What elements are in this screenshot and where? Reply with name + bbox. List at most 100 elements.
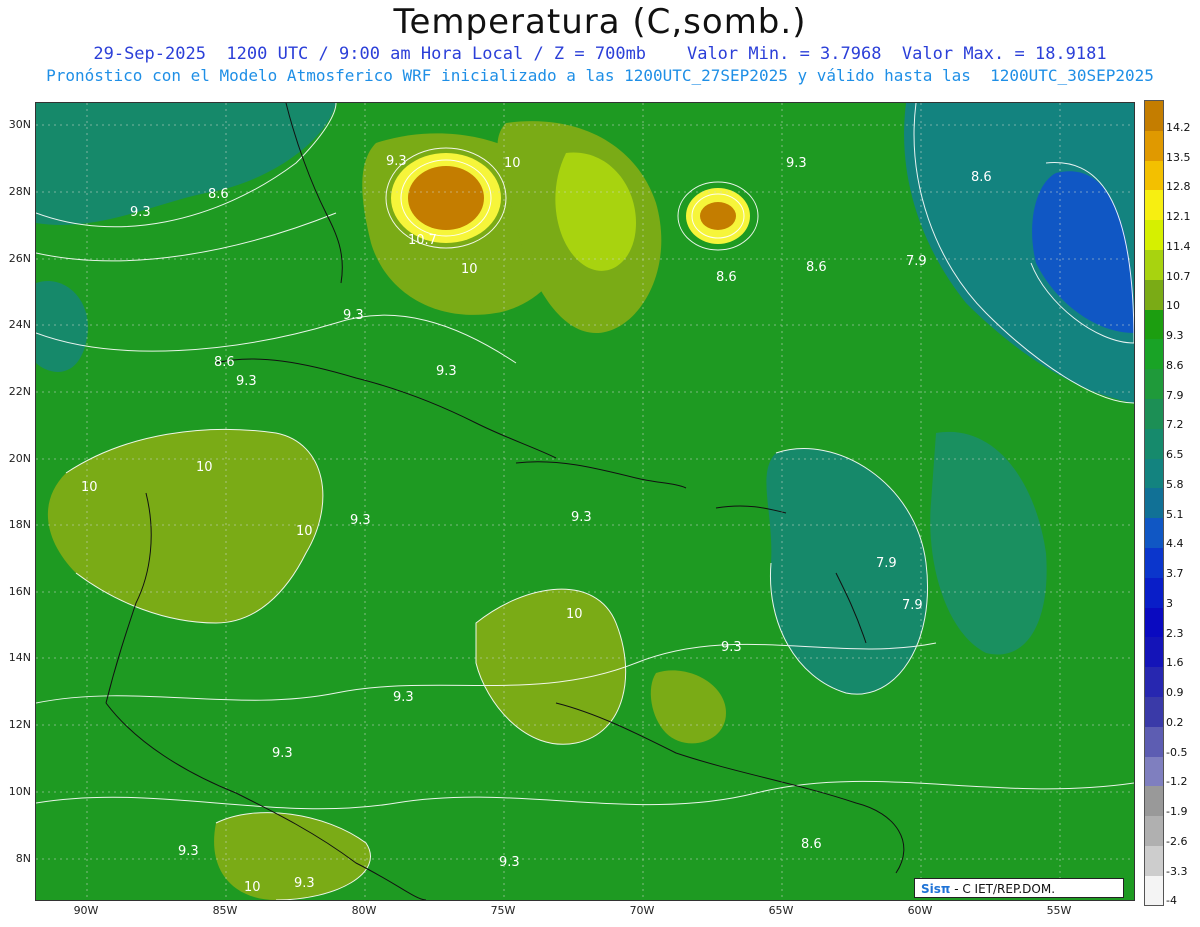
contour-label: 8.6 (971, 170, 992, 185)
contour-label: 10 (196, 460, 213, 475)
colorbar-label: 10 (1166, 299, 1180, 312)
colorbar-segment (1145, 369, 1163, 399)
colorbar-segment (1145, 726, 1163, 757)
lat-label: 10N (8, 785, 31, 798)
lat-label: 30N (8, 118, 31, 131)
lat-label: 24N (8, 318, 31, 331)
contour-label: 8.6 (208, 187, 229, 202)
colorbar-label: 13.5 (1166, 151, 1191, 164)
colorbar-segment (1145, 786, 1163, 817)
colorbar-segment (1145, 816, 1163, 846)
colorbar-segment (1145, 220, 1163, 250)
contour-label: 10 (461, 262, 478, 277)
contour-label: 9.3 (721, 640, 742, 655)
model-info-line: Pronóstico con el Modelo Atmosferico WRF… (46, 66, 1154, 85)
colorbar-label: 10.7 (1166, 270, 1191, 283)
colorbar-segment (1145, 875, 1163, 905)
colorbar-label: -4 (1166, 894, 1177, 907)
colorbar-label: 4.4 (1166, 537, 1184, 550)
colorbar-label: 6.5 (1166, 448, 1184, 461)
contour-label: 8.6 (716, 270, 737, 285)
colorbar-label: 12.8 (1166, 180, 1191, 193)
contour-label: 9.3 (350, 513, 371, 528)
colorbar-segment (1145, 458, 1163, 489)
colorbar-segment (1145, 756, 1163, 787)
colorbar-label: 12.1 (1166, 210, 1191, 223)
contour-label: 7.9 (876, 556, 897, 571)
contour-label: 10 (566, 607, 583, 622)
contour-label: 10 (504, 156, 521, 171)
lon-label: 60W (907, 904, 933, 917)
colorbar-label: 1.6 (1166, 656, 1184, 669)
credit-text: - C IET/REP.DOM. (954, 882, 1056, 896)
credit-brand: Sisπ (921, 882, 951, 896)
colorbar-label: 5.1 (1166, 508, 1184, 521)
colorbar-segment (1145, 428, 1163, 459)
contour-label: 8.6 (806, 260, 827, 275)
contour-label: 9.3 (343, 308, 364, 323)
contour-label: 7.9 (902, 598, 923, 613)
colorbar-label: 3.7 (1166, 567, 1184, 580)
contour-label: 10 (244, 880, 261, 895)
colorbar-segment (1145, 577, 1163, 608)
colorbar-label: 9.3 (1166, 329, 1184, 342)
valid-time-line: 29-Sep-2025 1200 UTC / 9:00 am Hora Loca… (93, 44, 1107, 64)
lat-label: 26N (8, 252, 31, 265)
colorbar-segment (1145, 399, 1163, 429)
contour-label: 9.3 (393, 690, 414, 705)
contour-label: 9.3 (130, 205, 151, 220)
colorbar-segment (1145, 518, 1163, 548)
storm-core-west (408, 166, 484, 230)
contour-label: 7.9 (906, 254, 927, 269)
map-canvas: 9.3 10 8.6 9.3 10.7 10 9.3 8.6 9.3 9.3 1… (36, 103, 1134, 900)
contour-label: 9.3 (499, 855, 520, 870)
lon-label: 70W (629, 904, 655, 917)
credit-box: Sisπ - C IET/REP.DOM. (914, 878, 1124, 898)
colorbar-label: 3 (1166, 597, 1173, 610)
colorbar-segment (1145, 130, 1163, 161)
lon-label: 75W (490, 904, 516, 917)
storm-core-east (700, 202, 736, 230)
lon-label: 80W (351, 904, 377, 917)
colorbar-label: -1.2 (1166, 775, 1188, 788)
colorbar-label: 0.9 (1166, 686, 1184, 699)
contour-label: 9.3 (571, 510, 592, 525)
colorbar-segment (1145, 101, 1163, 131)
colorbar-label: 2.3 (1166, 627, 1184, 640)
colorbar-segment (1145, 160, 1163, 191)
colorbar-segment (1145, 697, 1163, 727)
colorbar-segment (1145, 846, 1163, 876)
lat-label: 8N (15, 852, 31, 865)
colorbar-segment (1145, 309, 1163, 340)
colorbar-label: 7.9 (1166, 389, 1184, 402)
colorbar-label: 8.6 (1166, 359, 1184, 372)
colorbar-segment (1145, 637, 1163, 668)
contour-label: 9.3 (386, 154, 407, 169)
temperature-map: 9.3 10 8.6 9.3 10.7 10 9.3 8.6 9.3 9.3 1… (35, 102, 1135, 901)
colorbar-segment (1145, 279, 1163, 310)
colorbar-label: 5.8 (1166, 478, 1184, 491)
contour-label: 8.6 (214, 355, 235, 370)
contour-label: 9.3 (272, 746, 293, 761)
contour-label: 10.7 (408, 233, 437, 248)
lon-label: 65W (768, 904, 794, 917)
chart-title: Temperatura (C,somb.) (393, 2, 807, 42)
colorbar-label: 11.4 (1166, 240, 1191, 253)
contour-label: 10 (81, 480, 98, 495)
lon-label: 85W (212, 904, 238, 917)
colorbar-segment (1145, 488, 1163, 519)
colorbar-label: -3.3 (1166, 865, 1188, 878)
colorbar-label: 7.2 (1166, 418, 1184, 431)
colorbar-label: 14.2 (1166, 121, 1191, 134)
lat-label: 12N (8, 718, 31, 731)
colorbar-segment (1145, 607, 1163, 638)
colorbar-label: 0.2 (1166, 716, 1184, 729)
colorbar-label: -1.9 (1166, 805, 1188, 818)
contour-label: 9.3 (786, 156, 807, 171)
colorbar (1144, 100, 1164, 906)
contour-label: 9.3 (178, 844, 199, 859)
colorbar-segment (1145, 548, 1163, 578)
contour-label: 9.3 (294, 876, 315, 891)
colorbar-segment (1145, 250, 1163, 280)
lat-label: 28N (8, 185, 31, 198)
